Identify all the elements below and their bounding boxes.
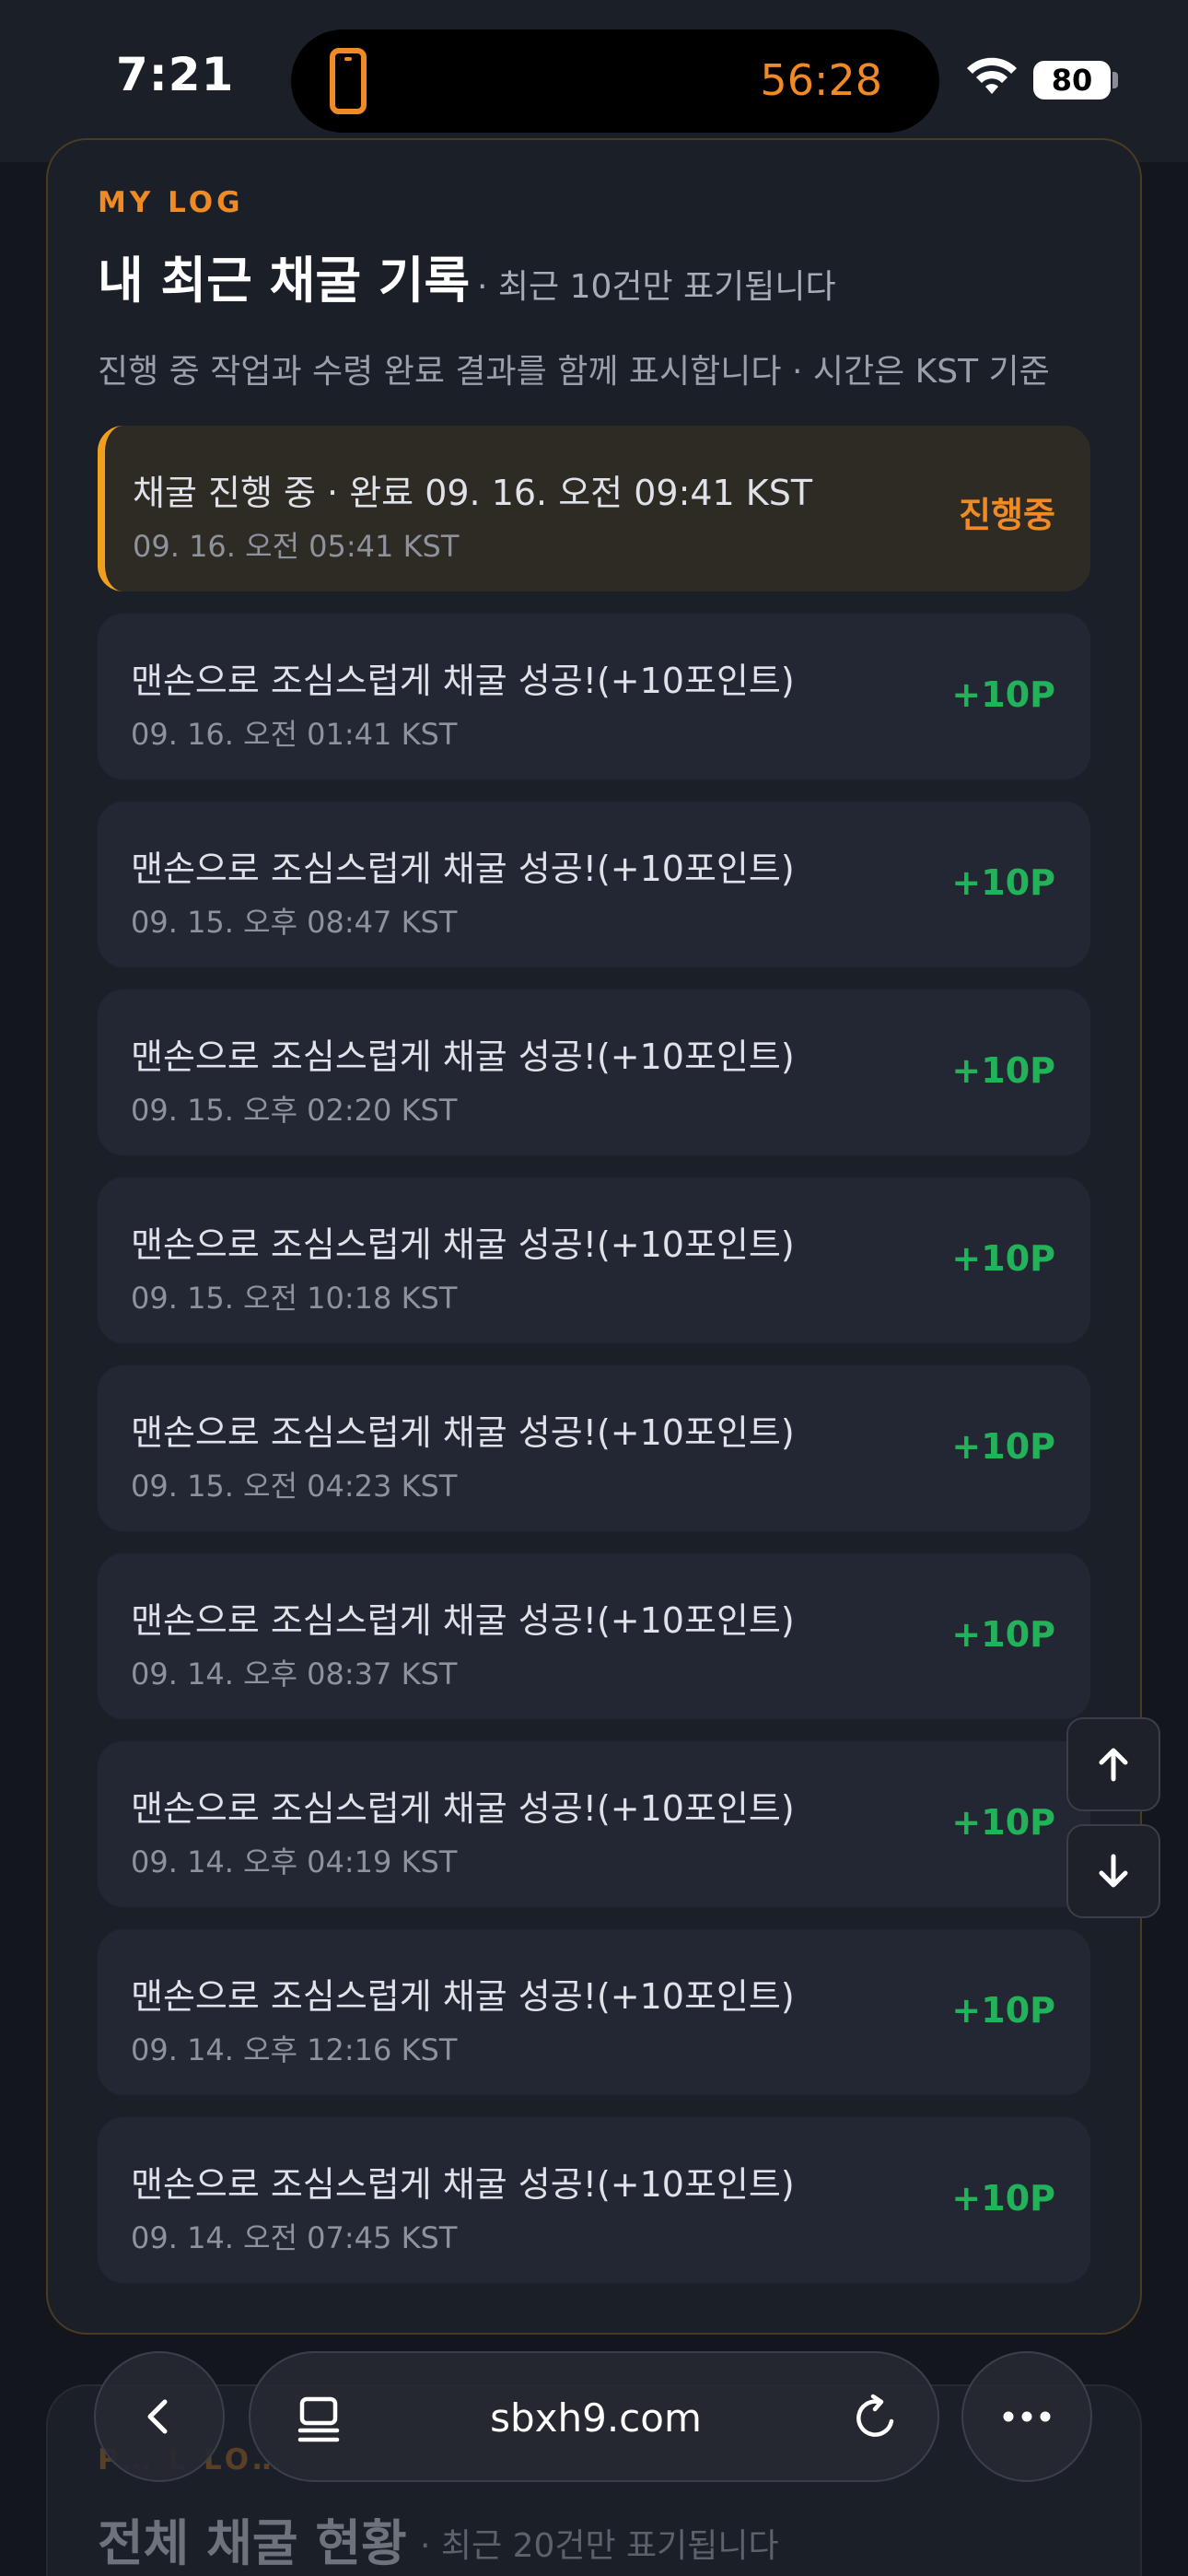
log-item-text: 맨손으로 조심스럽게 채굴 성공!(+10포인트) <box>131 1976 795 2017</box>
points-badge: +10P <box>951 2178 1055 2219</box>
log-item-text: 맨손으로 조심스럽게 채굴 성공!(+10포인트) <box>131 1036 795 1077</box>
my-log-eyebrow: MY LOG <box>98 186 244 219</box>
back-button[interactable] <box>94 2351 225 2482</box>
log-item-time: 09. 15. 오후 02:20 KST <box>131 1093 458 1128</box>
page: 7:21 56:28 80 MY LOG 내 최근 채굴 기록 · 최근 10건… <box>0 0 1188 2576</box>
my-log-title: 내 최근 채굴 기록 <box>98 252 471 310</box>
battery-cap <box>1112 72 1118 88</box>
log-item-time: 09. 16. 오전 01:41 KST <box>131 717 458 752</box>
total-log-title-note: · 최근 20건만 표기됩니다 <box>420 2527 779 2565</box>
url-text[interactable]: sbxh9.com <box>250 2395 941 2441</box>
wifi-icon <box>967 57 1017 94</box>
status-badge: 진행중 <box>959 495 1055 535</box>
log-item-text: 채굴 진행 중 · 완료 09. 16. 오전 09:41 KST <box>133 473 813 513</box>
log-item-time: 09. 14. 오전 07:45 KST <box>131 2220 458 2255</box>
log-item: 맨손으로 조심스럽게 채굴 성공!(+10포인트) 09. 14. 오후 08:… <box>98 1553 1090 1719</box>
points-badge: +10P <box>951 1990 1055 2031</box>
reload-icon[interactable] <box>851 2394 901 2443</box>
log-item-time: 09. 14. 오후 08:37 KST <box>131 1657 458 1692</box>
log-item-time: 09. 15. 오전 10:18 KST <box>131 1281 458 1316</box>
scroll-down-button[interactable] <box>1066 1824 1160 1918</box>
address-bar[interactable]: sbxh9.com <box>249 2351 939 2482</box>
log-item: 맨손으로 조심스럽게 채굴 성공!(+10포인트) 09. 15. 오전 10:… <box>98 1177 1090 1343</box>
status-time: 7:21 <box>116 48 235 101</box>
my-log-title-note: · 최근 10건만 표기됩니다 <box>477 268 836 306</box>
points-badge: +10P <box>951 674 1055 715</box>
points-badge: +10P <box>951 1238 1055 1279</box>
log-item-text: 맨손으로 조심스럽게 채굴 성공!(+10포인트) <box>131 849 795 889</box>
battery-icon: 80 <box>1033 61 1111 100</box>
more-icon <box>1003 2411 1051 2422</box>
log-item: 맨손으로 조심스럽게 채굴 성공!(+10포인트) 09. 15. 오후 02:… <box>98 989 1090 1155</box>
log-item: 맨손으로 조심스럽게 채굴 성공!(+10포인트) 09. 15. 오전 04:… <box>98 1365 1090 1531</box>
my-log-list: 채굴 진행 중 · 완료 09. 16. 오전 09:41 KST 09. 16… <box>98 426 1090 2305</box>
arrow-down-icon <box>1099 1854 1128 1888</box>
log-item: 맨손으로 조심스럽게 채굴 성공!(+10포인트) 09. 14. 오전 07:… <box>98 2117 1090 2283</box>
log-item-time: 09. 14. 오후 04:19 KST <box>131 1844 458 1879</box>
log-item-time: 09. 16. 오전 05:41 KST <box>133 529 460 564</box>
points-badge: +10P <box>951 1802 1055 1843</box>
more-button[interactable] <box>961 2351 1092 2482</box>
total-log-title: 전체 채굴 현황 <box>98 2514 407 2572</box>
log-item-text: 맨손으로 조심스럽게 채굴 성공!(+10포인트) <box>131 1788 795 1829</box>
log-item-text: 맨손으로 조심스럽게 채굴 성공!(+10포인트) <box>131 1600 795 1641</box>
log-item-text: 맨손으로 조심스럽게 채굴 성공!(+10포인트) <box>131 661 795 701</box>
log-item: 맨손으로 조심스럽게 채굴 성공!(+10포인트) 09. 15. 오후 08:… <box>98 802 1090 967</box>
points-badge: +10P <box>951 1050 1055 1091</box>
phone-icon <box>330 48 367 114</box>
log-item-text: 맨손으로 조심스럽게 채굴 성공!(+10포인트) <box>131 1224 795 1265</box>
log-item-text: 맨손으로 조심스럽게 채굴 성공!(+10포인트) <box>131 1412 795 1453</box>
scroll-up-button[interactable] <box>1066 1717 1160 1811</box>
points-badge: +10P <box>951 1614 1055 1655</box>
log-item: 맨손으로 조심스럽게 채굴 성공!(+10포인트) 09. 14. 오후 04:… <box>98 1741 1090 1907</box>
log-item-text: 맨손으로 조심스럽게 채굴 성공!(+10포인트) <box>131 2164 795 2205</box>
arrow-up-icon <box>1099 1748 1128 1782</box>
log-item-time: 09. 15. 오전 04:23 KST <box>131 1469 458 1504</box>
dynamic-island[interactable]: 56:28 <box>291 29 939 133</box>
points-badge: +10P <box>951 1426 1055 1467</box>
log-item-time: 09. 15. 오후 08:47 KST <box>131 905 458 940</box>
activity-timer: 56:28 <box>760 55 882 105</box>
log-item: 맨손으로 조심스럽게 채굴 성공!(+10포인트) 09. 16. 오전 01:… <box>98 614 1090 779</box>
points-badge: +10P <box>951 862 1055 903</box>
log-item: 맨손으로 조심스럽게 채굴 성공!(+10포인트) 09. 14. 오후 12:… <box>98 1929 1090 2095</box>
log-item-time: 09. 14. 오후 12:16 KST <box>131 2032 458 2067</box>
my-log-subtitle: 진행 중 작업과 수령 완료 결과를 함께 표시합니다 · 시간은 KST 기준 <box>98 353 1050 391</box>
back-icon <box>147 2399 168 2434</box>
log-item-in-progress: 채굴 진행 중 · 완료 09. 16. 오전 09:41 KST 09. 16… <box>98 426 1090 591</box>
